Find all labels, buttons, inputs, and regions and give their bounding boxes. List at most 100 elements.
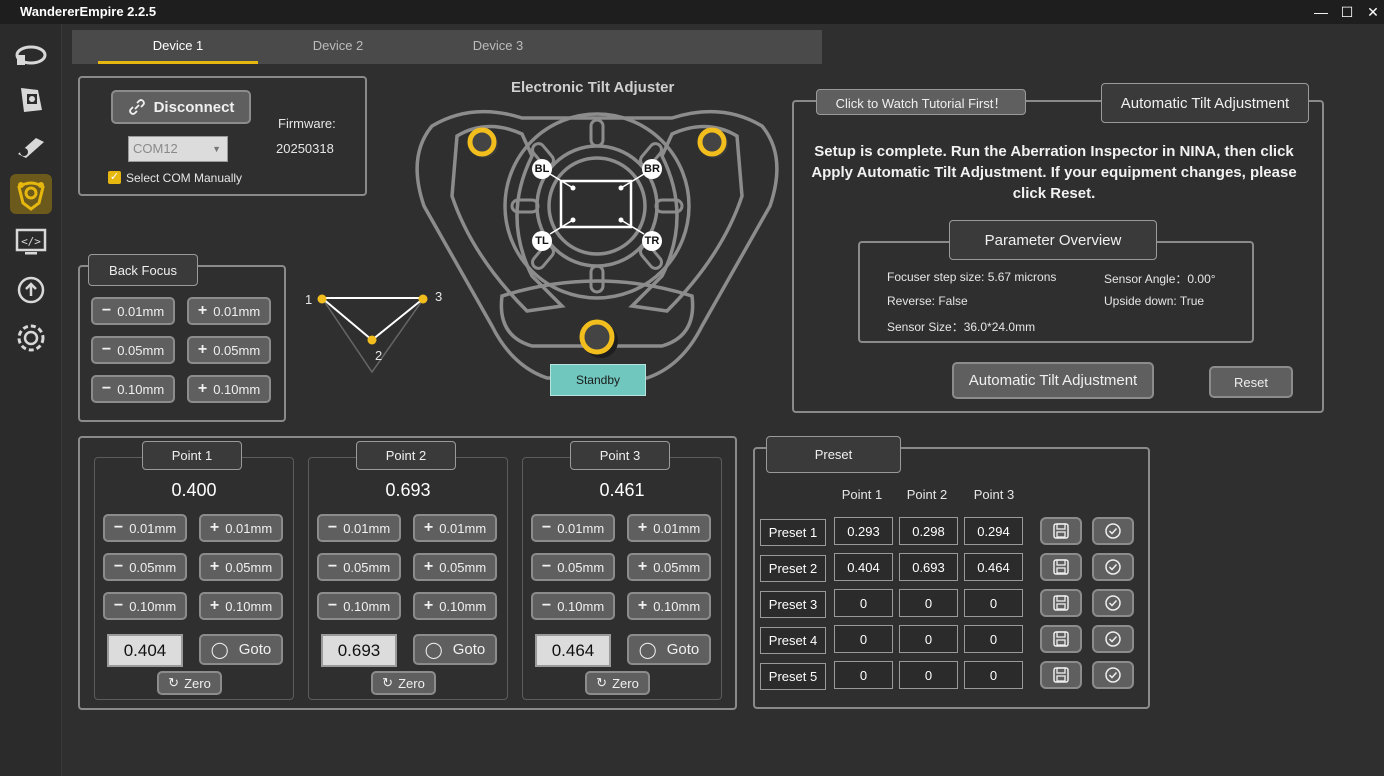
point-2-goto-label: Goto (452, 641, 486, 658)
sidebar-item-update[interactable] (10, 270, 52, 310)
back-focus-plus-001[interactable]: +0.01mm (187, 297, 271, 325)
point-3-input[interactable]: 0.464 (535, 634, 611, 667)
sidebar: </> (0, 24, 62, 776)
back-focus-plus-001-label: 0.01mm (213, 303, 261, 319)
point-1-minus-010[interactable]: −0.10mm (103, 592, 187, 620)
preset-4-apply-button[interactable] (1092, 625, 1134, 653)
com-port-select[interactable]: COM12 ▼ (128, 136, 228, 162)
point-1-plus-010[interactable]: +0.10mm (199, 592, 283, 620)
point-2-minus-010[interactable]: −0.10mm (317, 592, 401, 620)
preset-1-apply-button[interactable] (1092, 517, 1134, 545)
point-3-minus-010[interactable]: −0.10mm (531, 592, 615, 620)
point-2-goto-button[interactable]: ◯ Goto (413, 634, 497, 665)
sidebar-item-cover[interactable] (10, 80, 52, 120)
save-icon (1053, 559, 1069, 575)
sidebar-item-rotator[interactable] (10, 36, 52, 76)
point-3-plus-005[interactable]: +0.05mm (627, 553, 711, 581)
preset-2-point-2[interactable]: 0.693 (899, 553, 958, 581)
point-3-zero-button[interactable]: ↻ Zero (585, 671, 650, 695)
check-circle-icon (1105, 523, 1121, 539)
preset-1-point-3[interactable]: 0.294 (964, 517, 1023, 545)
back-focus-minus-005[interactable]: −0.05mm (91, 336, 175, 364)
point-2-input[interactable]: 0.693 (321, 634, 397, 667)
preset-4-point-3[interactable]: 0 (964, 625, 1023, 653)
preset-3-save-button[interactable] (1040, 589, 1082, 617)
apply-auto-tilt-button[interactable]: Automatic Tilt Adjustment (952, 362, 1154, 399)
back-focus-plus-005[interactable]: +0.05mm (187, 336, 271, 364)
preset-2-apply-button[interactable] (1092, 553, 1134, 581)
point-1-minus-005-label: 0.05mm (129, 559, 177, 575)
point-2-plus-010[interactable]: +0.10mm (413, 592, 497, 620)
settings-icon (17, 324, 45, 352)
preset-5-point-2[interactable]: 0 (899, 661, 958, 689)
point-3-goto-button[interactable]: ◯ Goto (627, 634, 711, 665)
point-3-title: Point 3 (570, 441, 670, 470)
point-2-plus-001[interactable]: +0.01mm (413, 514, 497, 542)
sidebar-item-console[interactable]: </> (10, 222, 52, 262)
tab-device-2[interactable]: Device 2 (258, 30, 418, 64)
sidebar-item-tilt[interactable] (10, 174, 52, 214)
tab-device-1[interactable]: Device 1 (98, 30, 258, 64)
point-3-minus-001[interactable]: −0.01mm (531, 514, 615, 542)
triangle-label-2: 2 (375, 348, 383, 363)
refresh-icon: ↻ (382, 675, 394, 690)
check-circle-icon: ◯ (424, 641, 443, 659)
sidebar-item-focuser[interactable] (10, 126, 52, 166)
preset-1-point-2[interactable]: 0.298 (899, 517, 958, 545)
preset-2-name: Preset 2 (760, 555, 826, 582)
point-3-plus-001[interactable]: +0.01mm (627, 514, 711, 542)
preset-1-save-button[interactable] (1040, 517, 1082, 545)
select-com-checkbox[interactable]: ✓ (108, 171, 121, 184)
point-1-minus-005[interactable]: −0.05mm (103, 553, 187, 581)
point-2-minus-005[interactable]: −0.05mm (317, 553, 401, 581)
preset-5-save-button[interactable] (1040, 661, 1082, 689)
reset-button[interactable]: Reset (1209, 366, 1293, 398)
preset-1-name: Preset 1 (760, 519, 826, 546)
check-circle-icon (1105, 667, 1121, 683)
point-2-zero-button[interactable]: ↻ Zero (371, 671, 436, 695)
device-tabs: Device 1 Device 2 Device 3 (72, 30, 822, 64)
point-1-zero-button[interactable]: ↻ Zero (157, 671, 222, 695)
tutorial-button[interactable]: Click to Watch Tutorial First！ (816, 89, 1026, 115)
point-3-minus-010-label: 0.10mm (557, 598, 605, 614)
back-focus-plus-010[interactable]: +0.10mm (187, 375, 271, 403)
point-1-input[interactable]: 0.404 (107, 634, 183, 667)
point-1-minus-010-label: 0.10mm (129, 598, 177, 614)
reverse-text: Reverse: False (887, 294, 968, 308)
firmware-label: Firmware: (278, 116, 336, 131)
preset-title: Preset (766, 436, 901, 473)
check-circle-icon (1105, 631, 1121, 647)
preset-3-apply-button[interactable] (1092, 589, 1134, 617)
preset-5-apply-button[interactable] (1092, 661, 1134, 689)
preset-4-save-button[interactable] (1040, 625, 1082, 653)
preset-3-point-2[interactable]: 0 (899, 589, 958, 617)
cover-icon (21, 88, 42, 112)
point-1-minus-001[interactable]: −0.01mm (103, 514, 187, 542)
preset-2-point-3[interactable]: 0.464 (964, 553, 1023, 581)
close-button[interactable]: ✕ (1362, 2, 1384, 22)
back-focus-minus-010[interactable]: −0.10mm (91, 375, 175, 403)
preset-1-point-1[interactable]: 0.293 (834, 517, 893, 545)
sidebar-item-settings[interactable] (10, 318, 52, 358)
tab-device-3[interactable]: Device 3 (418, 30, 578, 64)
point-1-plus-001[interactable]: +0.01mm (199, 514, 283, 542)
adjuster-title: Electronic Tilt Adjuster (511, 79, 675, 96)
point-1-plus-005[interactable]: +0.05mm (199, 553, 283, 581)
disconnect-button[interactable]: Disconnect (111, 90, 251, 124)
preset-2-point-1[interactable]: 0.404 (834, 553, 893, 581)
point-3-plus-010[interactable]: +0.10mm (627, 592, 711, 620)
point-1-goto-button[interactable]: ◯ Goto (199, 634, 283, 665)
point-3-minus-005[interactable]: −0.05mm (531, 553, 615, 581)
minimize-button[interactable]: — (1310, 2, 1332, 22)
preset-3-point-1[interactable]: 0 (834, 589, 893, 617)
maximize-button[interactable]: ☐ (1336, 2, 1358, 22)
preset-4-point-1[interactable]: 0 (834, 625, 893, 653)
preset-5-point-3[interactable]: 0 (964, 661, 1023, 689)
point-2-plus-005[interactable]: +0.05mm (413, 553, 497, 581)
preset-5-point-1[interactable]: 0 (834, 661, 893, 689)
point-2-minus-001[interactable]: −0.01mm (317, 514, 401, 542)
preset-2-save-button[interactable] (1040, 553, 1082, 581)
back-focus-minus-001[interactable]: −0.01mm (91, 297, 175, 325)
preset-3-point-3[interactable]: 0 (964, 589, 1023, 617)
preset-4-point-2[interactable]: 0 (899, 625, 958, 653)
